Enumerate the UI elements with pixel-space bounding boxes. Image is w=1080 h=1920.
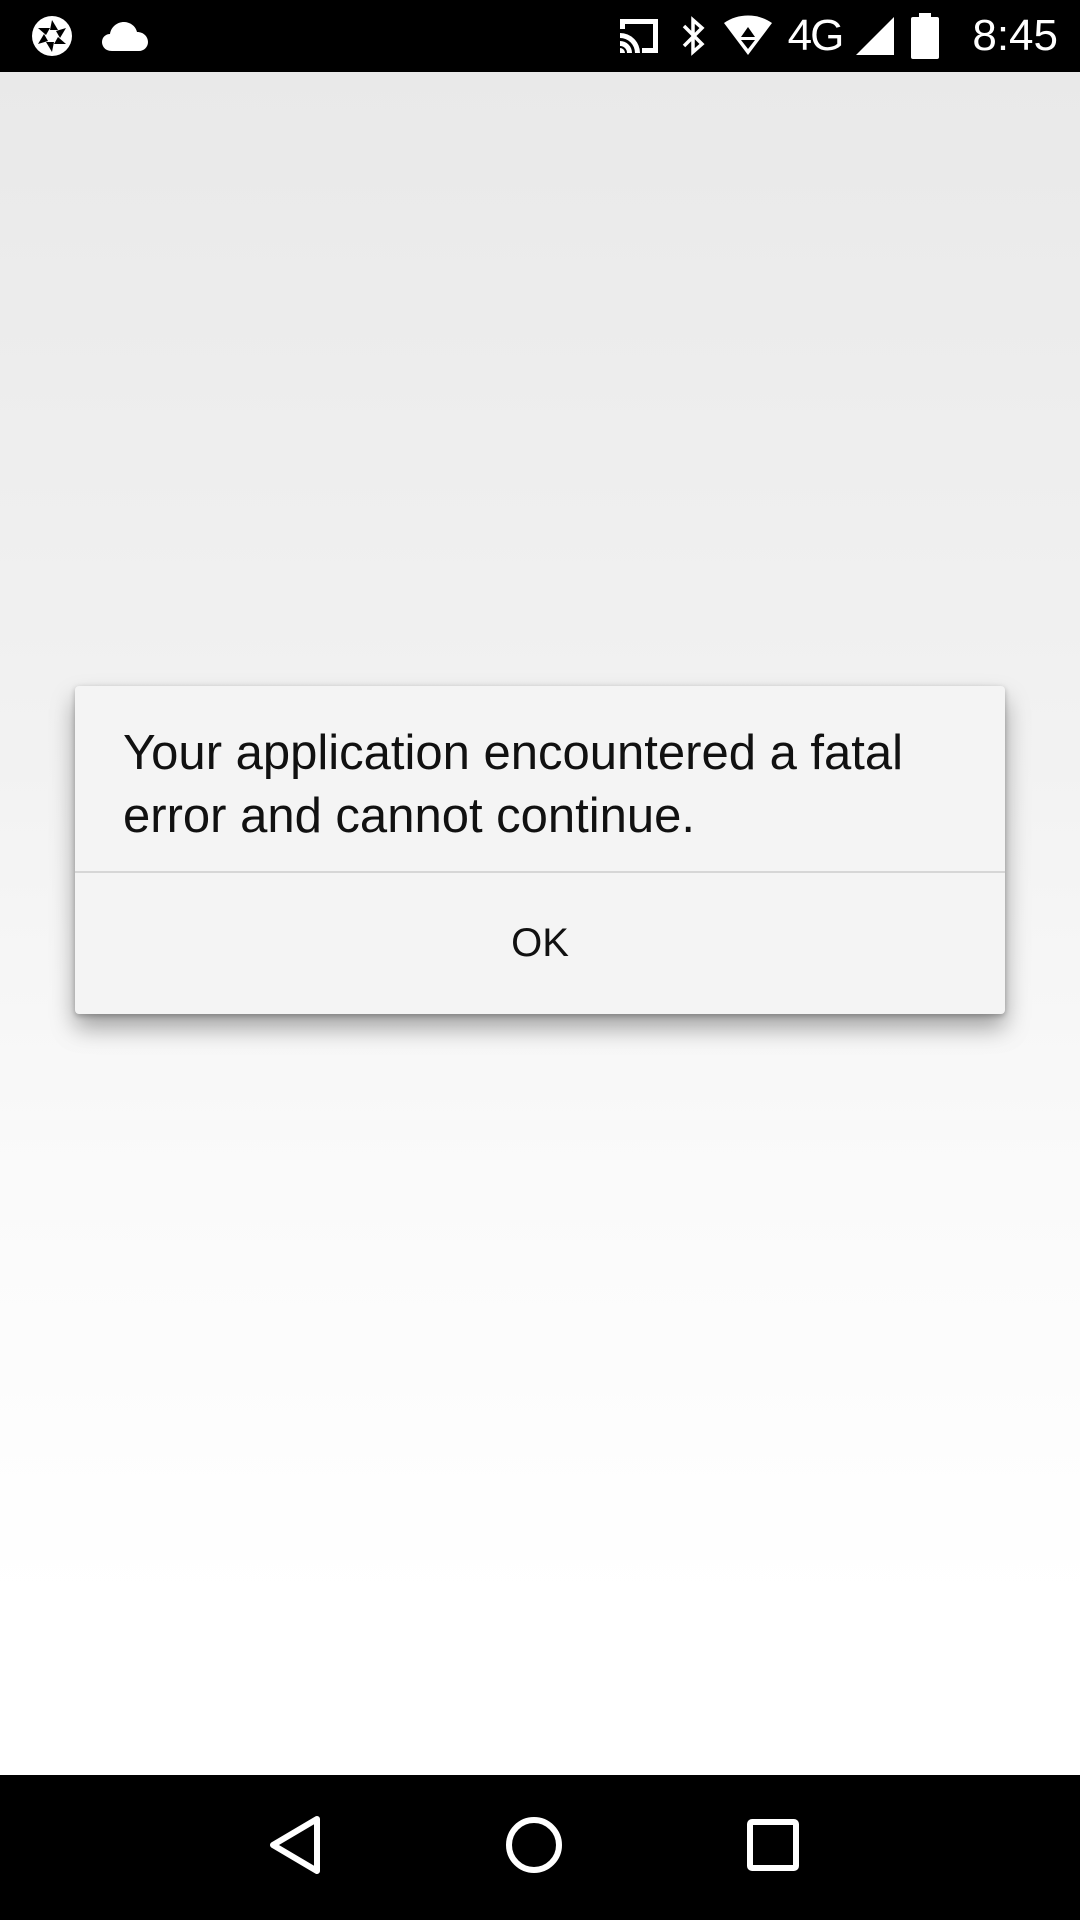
error-dialog: Your application encountered a fatal err…	[75, 686, 1005, 1014]
dialog-message: Your application encountered a fatal err…	[123, 726, 904, 843]
bluetooth-icon	[678, 14, 708, 58]
status-right-icons: 4G 8:45	[614, 0, 1058, 72]
navigation-bar	[0, 1775, 1080, 1920]
recents-button[interactable]	[703, 1775, 843, 1920]
signal-icon	[856, 15, 896, 57]
status-clock: 8:45	[972, 11, 1058, 60]
battery-icon	[910, 13, 940, 59]
status-bar: 4G 8:45	[0, 0, 1080, 72]
ok-button[interactable]: OK	[75, 873, 1005, 1014]
cast-icon	[614, 15, 664, 57]
home-icon	[504, 1815, 564, 1880]
wifi-icon	[722, 15, 774, 57]
recents-icon	[745, 1817, 801, 1878]
cloud-icon	[100, 19, 150, 53]
camera-aperture-icon	[30, 14, 74, 58]
network-type-label: 4G	[787, 11, 845, 60]
screen: 4G 8:45 Your application encountered a f…	[0, 0, 1080, 1920]
status-left-icons	[30, 0, 150, 72]
back-icon	[267, 1815, 323, 1880]
back-button[interactable]	[225, 1775, 365, 1920]
home-button[interactable]	[464, 1775, 604, 1920]
